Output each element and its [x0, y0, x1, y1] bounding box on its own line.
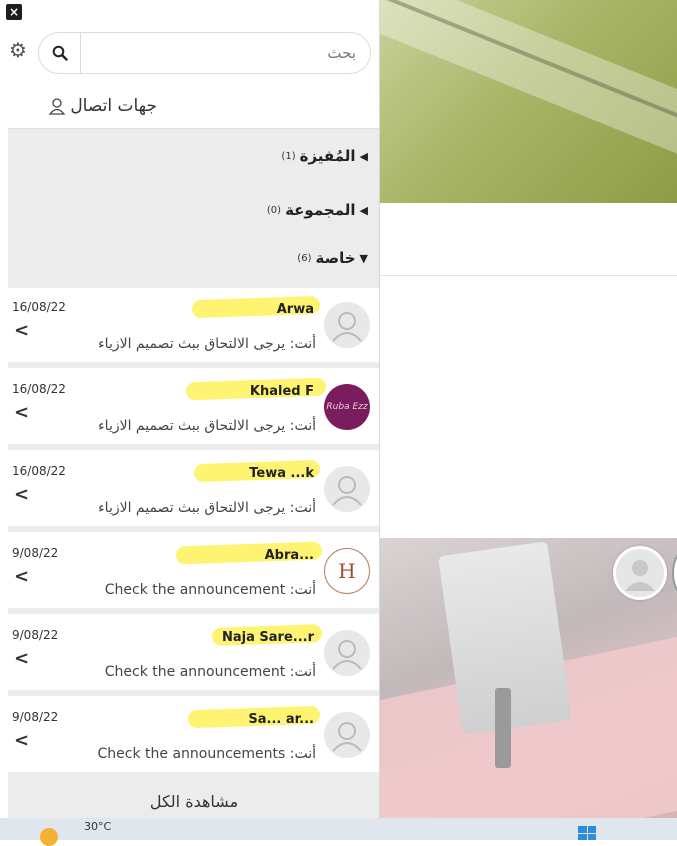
- message-preview: أنت: يرجى الالتحاق ببث تصميم الازياء: [98, 418, 316, 434]
- weather-temperature: 30°C: [84, 820, 112, 833]
- search-box: [38, 32, 371, 74]
- message-date: 9/08/22: [12, 546, 59, 560]
- caret-down-icon: ▼: [359, 251, 368, 265]
- group-groups[interactable]: ◀ المجموعة (0): [267, 201, 368, 219]
- message-preview: أنت: يرجى الالتحاق ببث تصميم الازياء: [98, 500, 316, 516]
- chevron-left-icon: <: [14, 648, 30, 669]
- chevron-left-icon: <: [14, 566, 30, 587]
- chevron-left-icon: <: [14, 402, 30, 423]
- group-label: المجموعة: [285, 201, 356, 219]
- profile-avatar[interactable]: [613, 546, 667, 600]
- conversation-item[interactable]: 9/08/22 < Sa... ar... أنت: Check the ann…: [8, 700, 379, 778]
- page-content: [380, 203, 677, 538]
- weather-sun-icon[interactable]: [40, 828, 58, 846]
- contacts-title-text: جهات اتصال: [70, 96, 157, 116]
- message-date: 9/08/22: [12, 710, 59, 724]
- contact-name: Arwa: [276, 302, 314, 317]
- hero-image: [380, 0, 677, 203]
- group-count: (0): [266, 204, 282, 216]
- chevron-left-icon: <: [14, 320, 30, 341]
- contact-avatar: H: [324, 548, 370, 594]
- conversation-item[interactable]: 9/08/22 < Naja Sare...r أنت: Check the a…: [8, 618, 379, 696]
- caret-left-icon: ◀: [359, 203, 368, 217]
- contact-avatar: [324, 712, 370, 758]
- contact-groups: ◀ المُفيزة (1) ◀ المجموعة (0) ▼ خاصة (6): [8, 128, 379, 288]
- contact-name: Tewa ...k: [249, 466, 314, 481]
- group-count: (1): [281, 150, 296, 162]
- messages-drawer: × ⚙ جهات اتصال ◀ المُفيزة (1) ◀ المجموعة…: [0, 0, 380, 818]
- conversation-item[interactable]: 9/08/22 < Abra... أنت: Check the announc…: [8, 536, 379, 614]
- group-label: المُفيزة: [299, 147, 356, 165]
- contact-name: Abra...: [264, 548, 314, 563]
- contact-name: Naja Sare...r: [222, 630, 314, 645]
- message-date: 16/08/22: [12, 464, 66, 478]
- caret-left-icon: ◀: [359, 149, 368, 163]
- user-icon: [48, 98, 66, 115]
- group-label: خاصة: [315, 249, 356, 267]
- contact-avatar: [324, 630, 370, 676]
- gear-icon[interactable]: ⚙: [6, 38, 30, 62]
- message-preview: أنت: Check the announcements: [97, 746, 317, 762]
- contact-avatar: [324, 302, 370, 348]
- conversation-item[interactable]: 16/08/22 < Khaled F أنت: يرجى الالتحاق ب…: [8, 372, 379, 450]
- conversation-item[interactable]: 16/08/22 < Arwa أنت: يرجى الالتحاق ببث ت…: [8, 290, 379, 368]
- message-preview: أنت: Check the announcement: [104, 582, 316, 598]
- group-private[interactable]: ▼ خاصة (6): [297, 249, 368, 267]
- message-preview: أنت: Check the announcement: [104, 664, 316, 680]
- contacts-title: جهات اتصال: [48, 96, 157, 116]
- contact-avatar: Ruba Ezz: [324, 384, 370, 430]
- chevron-left-icon: <: [14, 730, 30, 751]
- group-count: (6): [297, 252, 312, 264]
- conversation-item[interactable]: 16/08/22 < Tewa ...k أنت: يرجى الالتحاق …: [8, 454, 379, 532]
- message-date: 9/08/22: [12, 628, 59, 642]
- chevron-left-icon: <: [14, 484, 30, 505]
- search-icon: [52, 45, 68, 61]
- group-starred[interactable]: ◀ المُفيزة (1): [281, 147, 368, 165]
- close-button[interactable]: ×: [6, 4, 22, 20]
- message-preview: أنت: يرجى الالتحاق ببث تصميم الازياء: [98, 336, 316, 352]
- message-date: 16/08/22: [12, 300, 66, 314]
- taskbar: 30°C: [0, 818, 677, 846]
- windows-start-icon[interactable]: [578, 826, 596, 840]
- message-date: 16/08/22: [12, 382, 66, 396]
- see-all-link[interactable]: مشاهدة الكل: [8, 774, 379, 818]
- contact-name: Khaled F: [249, 384, 314, 399]
- search-input[interactable]: [81, 35, 370, 71]
- contact-name: Sa... ar...: [248, 712, 314, 727]
- contact-avatar: [324, 466, 370, 512]
- search-button[interactable]: [39, 33, 81, 73]
